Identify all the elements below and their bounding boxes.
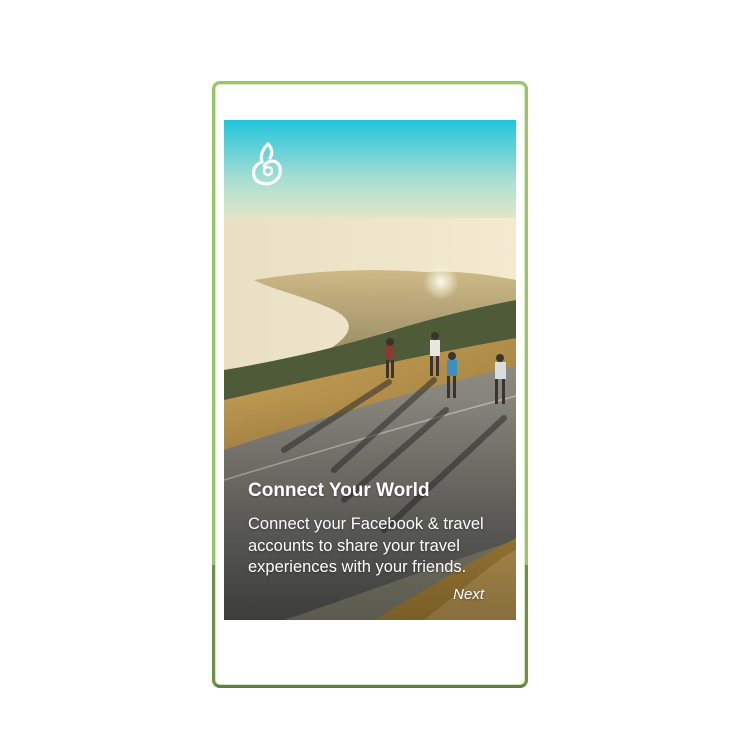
onboarding-description: Connect your Facebook & travel accounts … (248, 515, 484, 576)
onboarding-title: Connect Your World (248, 480, 430, 501)
next-button[interactable]: Next (453, 586, 484, 603)
onboarding-screen: Connect Your World Connect your Facebook… (224, 120, 516, 620)
app-logo-icon (251, 142, 282, 186)
